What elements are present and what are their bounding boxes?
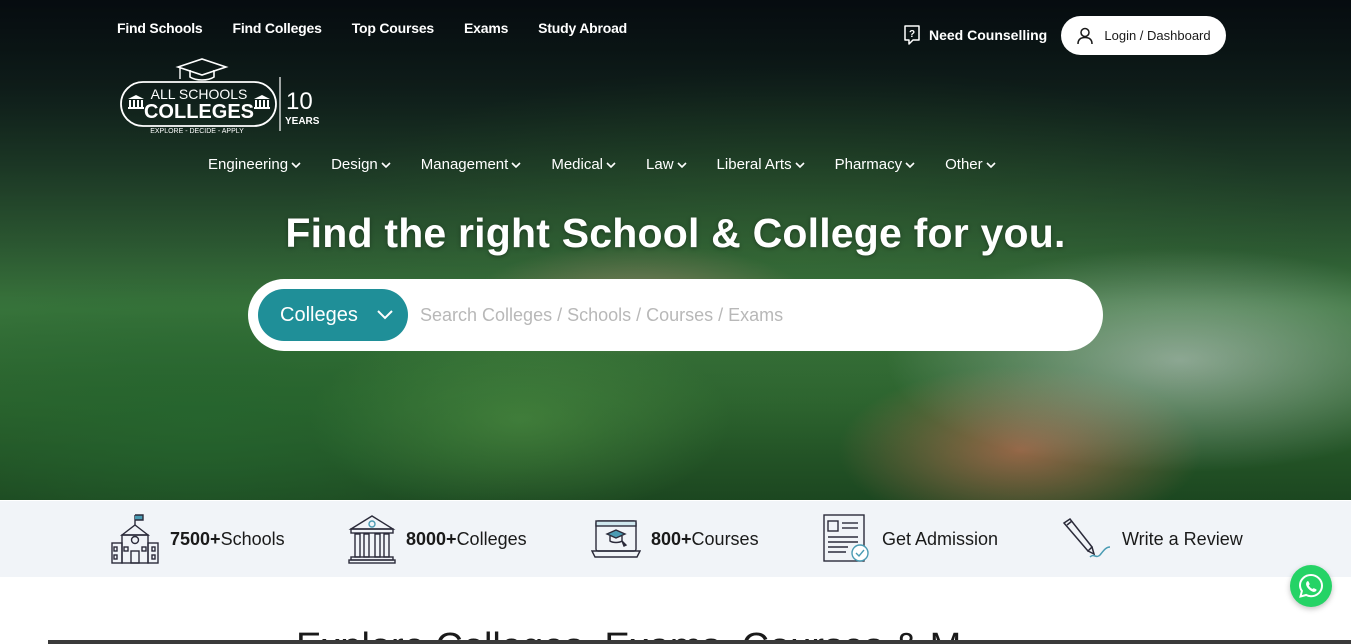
stat-admission-label: Get Admission bbox=[882, 528, 999, 549]
stat-write-review[interactable]: Write a Review bbox=[1060, 513, 1243, 565]
stat-courses[interactable]: 800+Courses bbox=[591, 513, 759, 565]
stat-get-admission[interactable]: Get Admission bbox=[822, 513, 998, 565]
stat-colleges[interactable]: 8000+Colleges bbox=[348, 513, 527, 565]
hero-title: Find the right School & College for you. bbox=[285, 210, 1066, 256]
category-label: Management bbox=[420, 156, 509, 173]
user-icon bbox=[1077, 27, 1094, 44]
category-label: Other bbox=[945, 156, 983, 173]
category-design[interactable]: Design bbox=[331, 156, 391, 173]
search-input[interactable] bbox=[420, 297, 1060, 333]
chevron-down-icon bbox=[795, 161, 805, 168]
category-pharmacy[interactable]: Pharmacy bbox=[835, 156, 916, 173]
topnav-study-abroad[interactable]: Study Abroad bbox=[538, 20, 627, 36]
stat-schools-text: 7500+Schools bbox=[170, 529, 285, 550]
laptop-graduation-icon bbox=[591, 520, 641, 558]
category-medical[interactable]: Medical bbox=[551, 156, 616, 173]
pen-review-icon bbox=[1062, 517, 1111, 558]
category-other[interactable]: Other bbox=[945, 156, 996, 173]
college-pillars-icon bbox=[348, 515, 396, 564]
search-type-label: Colleges bbox=[280, 303, 358, 326]
category-engineering[interactable]: Engineering bbox=[208, 156, 301, 173]
category-label: Pharmacy bbox=[834, 156, 903, 173]
stat-number: 800+ bbox=[651, 528, 692, 549]
logo-line1: ALL SCHOOLS bbox=[151, 86, 248, 102]
stat-colleges-text: 8000+Colleges bbox=[406, 529, 527, 550]
stat-courses-text: 800+Courses bbox=[651, 529, 759, 550]
chevron-down-icon bbox=[291, 161, 301, 168]
logo-bank-icon-left bbox=[128, 95, 144, 109]
category-label: Medical bbox=[551, 156, 604, 173]
whatsapp-chat-button[interactable] bbox=[1290, 565, 1332, 607]
category-label: Law bbox=[646, 156, 674, 173]
login-dashboard-button[interactable]: Login / Dashboard bbox=[1061, 16, 1226, 55]
stat-label: Schools bbox=[220, 528, 285, 549]
chevron-down-icon bbox=[606, 161, 616, 168]
chevron-down-icon bbox=[377, 310, 393, 320]
topnav-exams[interactable]: Exams bbox=[464, 20, 508, 36]
logo-bank-icon-right bbox=[254, 95, 270, 109]
stats-bar: 7500+Schools 8000+Colleges 800+Courses G… bbox=[0, 501, 1351, 577]
hero-banner: Find Schools Find Colleges Top Courses E… bbox=[0, 0, 1351, 500]
whatsapp-icon bbox=[1298, 573, 1324, 598]
search-type-dropdown[interactable]: Colleges bbox=[258, 289, 408, 341]
category-navigation: Engineering Design Management Medical La… bbox=[208, 156, 996, 173]
question-chat-icon: ? bbox=[904, 25, 920, 45]
need-counselling-link[interactable]: ? Need Counselling bbox=[903, 25, 1047, 45]
category-law[interactable]: Law bbox=[646, 156, 687, 173]
stat-number: 8000+ bbox=[406, 528, 457, 549]
logo-years-number: 10 bbox=[286, 88, 313, 115]
logo-line2: COLLEGES bbox=[144, 101, 254, 123]
chevron-down-icon bbox=[986, 161, 996, 168]
bottom-divider bbox=[48, 640, 1351, 644]
stat-schools[interactable]: 7500+Schools bbox=[110, 513, 285, 565]
admission-form-icon bbox=[823, 514, 869, 562]
chevron-down-icon bbox=[511, 161, 521, 168]
login-label: Login / Dashboard bbox=[1104, 28, 1211, 43]
category-management[interactable]: Management bbox=[421, 156, 522, 173]
logo-tagline: EXPLORE - DECIDE - APPLY bbox=[150, 128, 244, 135]
svg-text:?: ? bbox=[909, 29, 915, 40]
category-liberal-arts[interactable]: Liberal Arts bbox=[717, 156, 805, 173]
category-label: Design bbox=[331, 156, 378, 173]
stat-review-label: Write a Review bbox=[1122, 528, 1243, 549]
chevron-down-icon bbox=[905, 161, 915, 168]
school-building-icon bbox=[111, 514, 159, 564]
topnav-find-schools[interactable]: Find Schools bbox=[117, 20, 203, 36]
page: Find Schools Find Colleges Top Courses E… bbox=[0, 0, 1351, 644]
topnav-top-courses[interactable]: Top Courses bbox=[352, 20, 435, 36]
chevron-down-icon bbox=[676, 161, 687, 168]
stat-label: Colleges bbox=[456, 528, 527, 549]
need-counselling-label: Need Counselling bbox=[929, 27, 1048, 43]
stat-number: 7500+ bbox=[170, 528, 221, 549]
category-label: Liberal Arts bbox=[716, 156, 792, 173]
top-navigation: Find Schools Find Colleges Top Courses E… bbox=[117, 20, 627, 36]
search-bar: Colleges bbox=[248, 279, 1103, 351]
logo-years-label: YEARS bbox=[285, 116, 320, 127]
chevron-down-icon bbox=[381, 161, 391, 168]
site-logo[interactable]: ALL SCHOOLS COLLEGES EXPLORE - DECIDE - … bbox=[118, 55, 328, 135]
category-label: Engineering bbox=[208, 156, 289, 173]
stat-label: Courses bbox=[691, 528, 759, 549]
topnav-find-colleges[interactable]: Find Colleges bbox=[233, 20, 322, 36]
